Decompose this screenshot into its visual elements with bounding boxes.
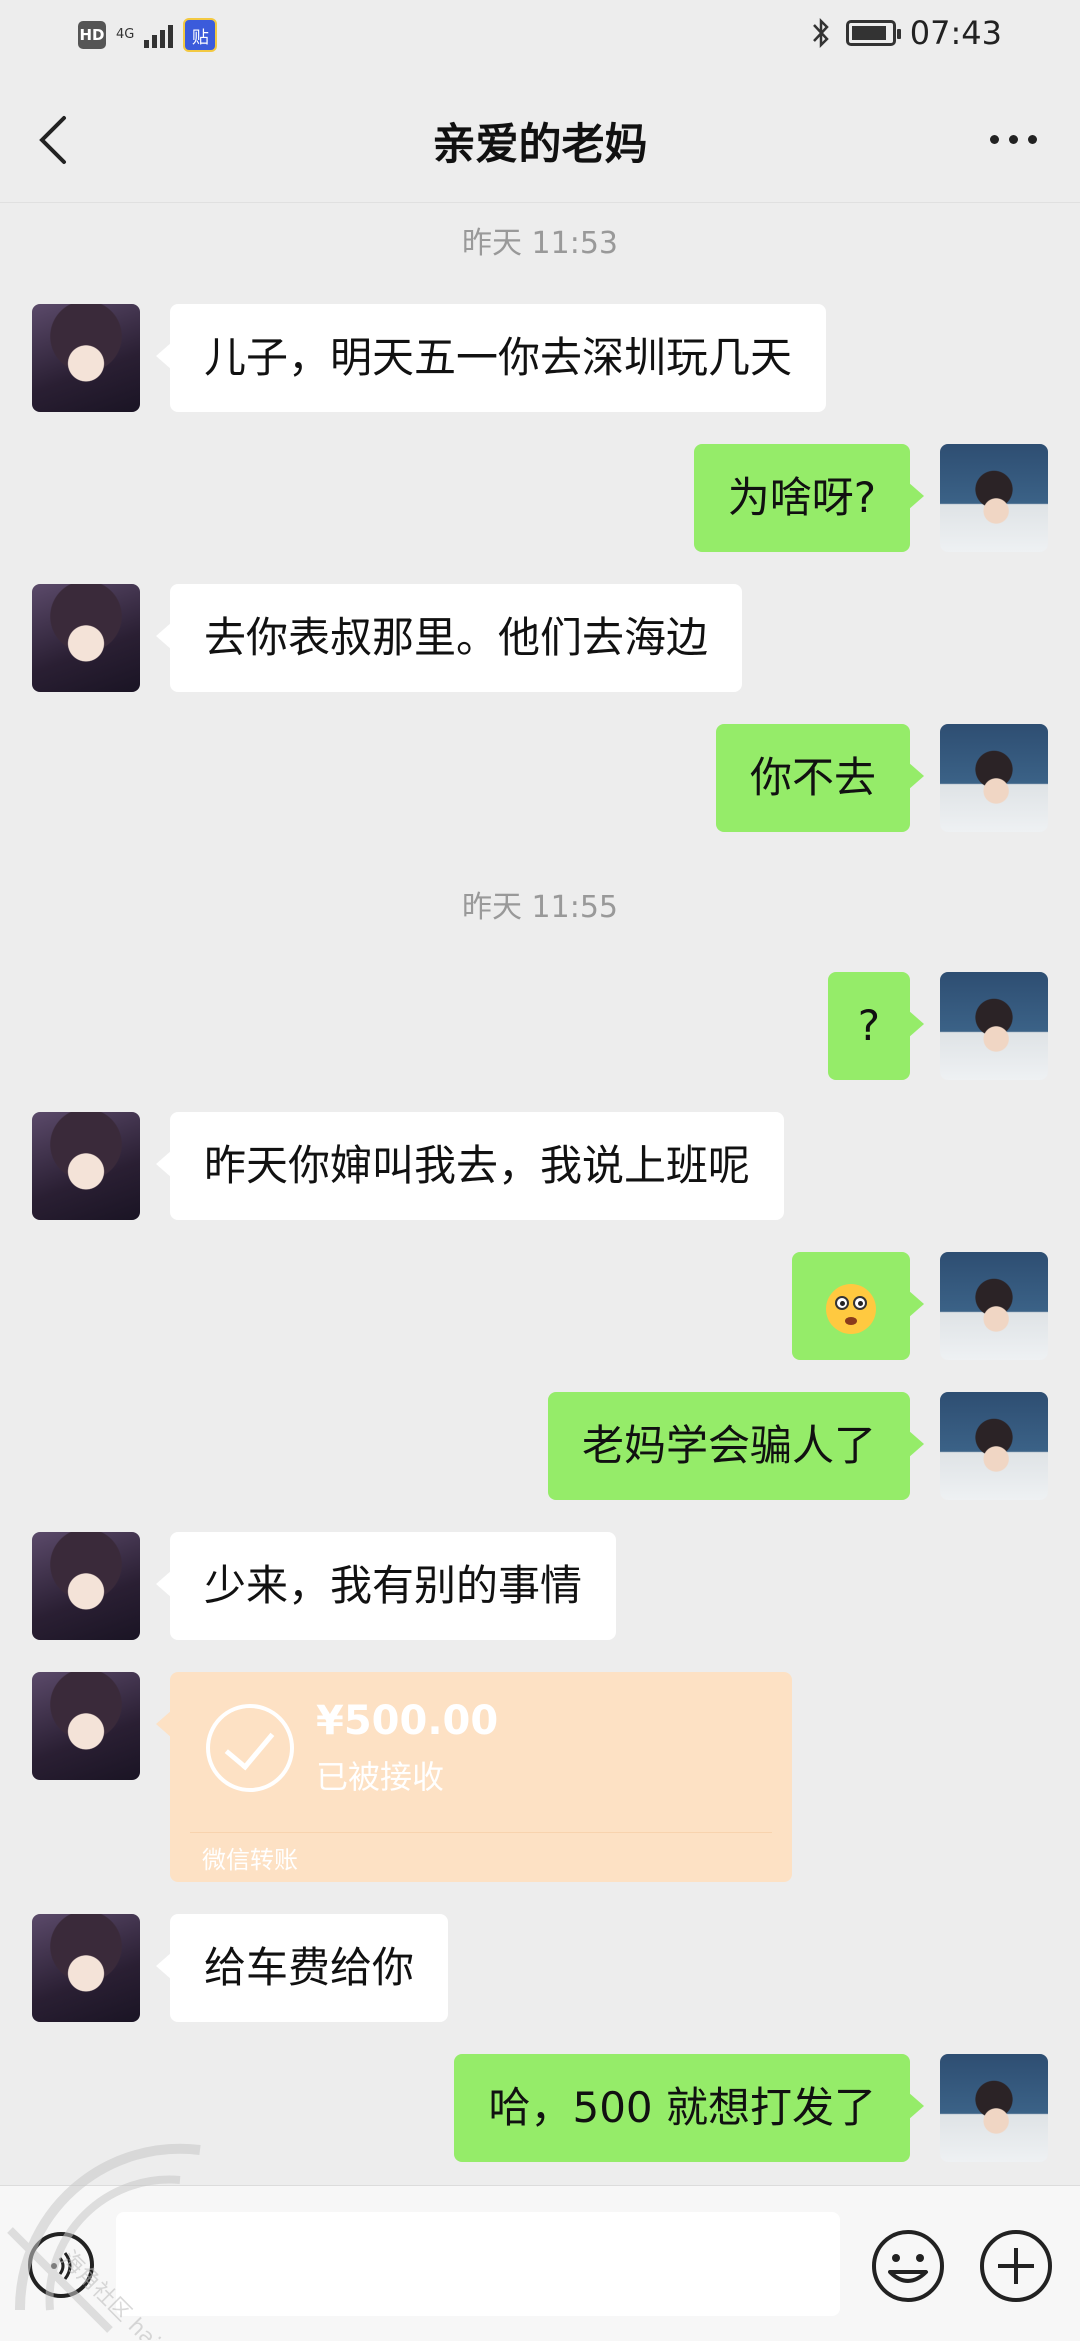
transfer-amount: ¥500.00	[316, 1698, 499, 1744]
status-left: HD 4G 贴	[78, 18, 218, 52]
message-bubble-out[interactable]: 你不去	[715, 724, 925, 832]
transfer-status: 已被接收	[316, 1758, 445, 1796]
avatar-me[interactable]	[940, 444, 1048, 552]
message-bubble-in[interactable]: 给车费给你	[155, 1914, 449, 2022]
message-bubble-in[interactable]: 少来，我有别的事情	[155, 1532, 617, 1640]
status-right: 07:43	[810, 14, 1002, 52]
message-bubble-in[interactable]: 昨天你婶叫我去，我说上班呢	[155, 1112, 785, 1220]
check-circle-icon	[206, 1704, 294, 1792]
chat-area[interactable]: 昨天 11:53 儿子，明天五一你去深圳玩几天 为啥呀? 去你表叔那里。他们去海…	[0, 202, 1080, 2182]
avatar-me[interactable]	[940, 724, 1048, 832]
input-bar	[0, 2185, 1080, 2341]
message-bubble-out[interactable]: 哈，500 就想打发了	[454, 2054, 924, 2162]
message-bubble-in[interactable]: 去你表叔那里。他们去海边	[155, 584, 743, 692]
message-bubble-out[interactable]	[792, 1252, 924, 1360]
transfer-divider	[190, 1832, 772, 1833]
chat-title: 亲爱的老妈	[432, 120, 648, 170]
avatar-me[interactable]	[940, 1252, 1048, 1360]
timestamp: 昨天 11:55	[462, 890, 618, 925]
more-options-icon[interactable]	[990, 127, 1046, 151]
transfer-label: 微信转账	[202, 1846, 298, 1874]
avatar-mom[interactable]	[32, 1532, 140, 1640]
avatar-me[interactable]	[940, 2054, 1048, 2162]
message-bubble-in[interactable]: 儿子，明天五一你去深圳玩几天	[155, 304, 827, 412]
message-bubble-out[interactable]: 为啥呀?	[693, 444, 925, 552]
flushed-face-icon	[826, 1283, 876, 1334]
transfer-card[interactable]: ¥500.00 已被接收 微信转账	[156, 1672, 792, 1882]
hd-badge: HD	[78, 21, 106, 49]
clock: 07:43	[909, 14, 1002, 52]
plus-icon[interactable]	[976, 2226, 1056, 2306]
battery-icon	[845, 20, 901, 46]
message-bubble-out[interactable]: ?	[827, 972, 925, 1080]
message-input[interactable]	[116, 2212, 840, 2316]
timestamp: 昨天 11:53	[462, 226, 618, 261]
emoji-icon[interactable]	[868, 2226, 948, 2306]
avatar-mom[interactable]	[32, 584, 140, 692]
avatar-mom[interactable]	[32, 1672, 140, 1780]
avatar-mom[interactable]	[32, 1112, 140, 1220]
signal-icon	[144, 22, 174, 48]
voice-input-icon[interactable]	[28, 2232, 94, 2298]
avatar-me[interactable]	[940, 972, 1048, 1080]
status-bar: HD 4G 贴 07:43	[0, 0, 1080, 72]
app-notification-icon: 贴	[183, 18, 218, 52]
avatar-mom[interactable]	[32, 1914, 140, 2022]
avatar-mom[interactable]	[32, 304, 140, 412]
message-bubble-out[interactable]: 老妈学会骗人了	[547, 1392, 925, 1500]
avatar-me[interactable]	[940, 1392, 1048, 1500]
bluetooth-icon	[812, 17, 829, 49]
network-label: 4G	[116, 27, 135, 42]
nav-bar: 亲爱的老妈	[0, 72, 1080, 203]
